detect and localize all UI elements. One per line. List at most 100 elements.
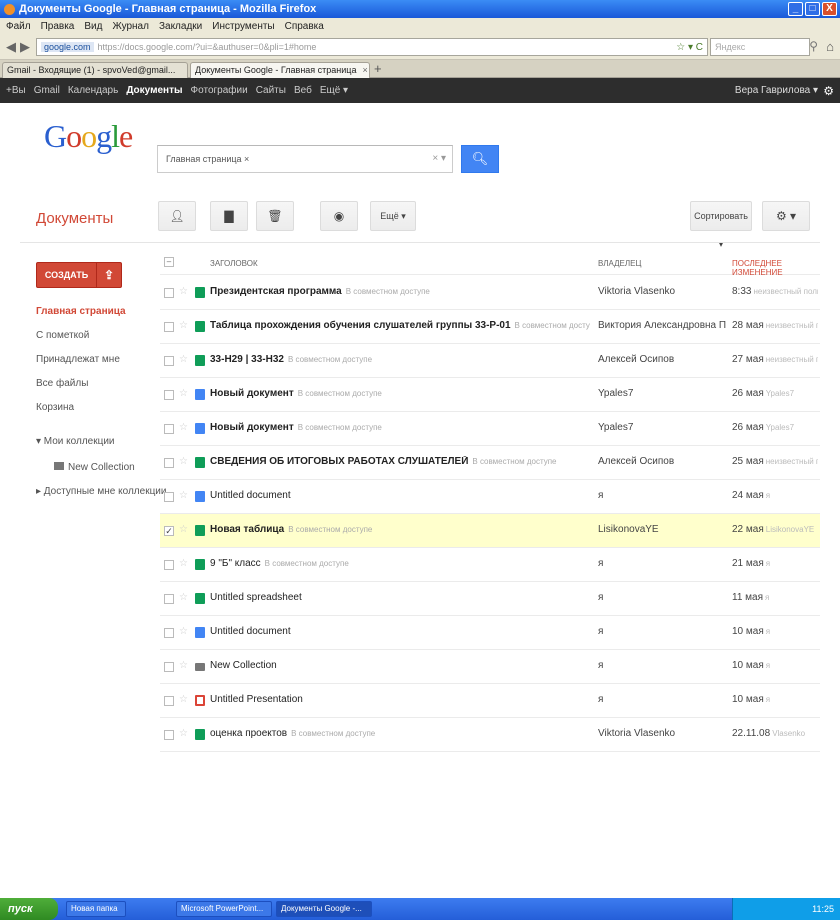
star-icon[interactable]: ☆ <box>179 558 188 569</box>
row-title[interactable]: Таблица прохождения обучения слушателей … <box>210 320 590 331</box>
search-button[interactable]: 🔍︎ <box>461 145 499 173</box>
star-icon[interactable]: ☆ <box>179 388 188 399</box>
table-row[interactable]: ☆ Новый документ В совместном доступе Ypale… <box>160 378 820 412</box>
header-title[interactable]: ЗАГОЛОВОК <box>210 259 258 268</box>
table-row[interactable]: ✓ ☆ Новая таблица В совместном доступе Lisik… <box>160 514 820 548</box>
row-title[interactable]: оценка проектов В совместном доступе <box>210 728 375 739</box>
page-title[interactable]: Документы <box>36 210 113 227</box>
bookmark-icon[interactable]: ⚲ <box>809 39 818 53</box>
row-checkbox[interactable] <box>164 594 174 604</box>
star-icon[interactable]: ☆ <box>179 456 188 467</box>
search-filter-chip[interactable]: Главная страница × <box>166 154 249 164</box>
row-checkbox[interactable] <box>164 492 174 502</box>
menu-bookmarks[interactable]: Закладки <box>159 21 202 32</box>
row-checkbox[interactable] <box>164 288 174 298</box>
star-icon[interactable]: ☆ <box>179 728 188 739</box>
move-to-folder-button[interactable]: ▇ <box>210 201 248 231</box>
row-checkbox[interactable] <box>164 356 174 366</box>
home-icon[interactable]: ⌂ <box>826 39 834 54</box>
table-row[interactable]: ☆ Untitled spreadsheet я 11 мая я <box>160 582 820 616</box>
menu-history[interactable]: Журнал <box>112 21 149 32</box>
sidebar-shared-collections[interactable]: ▸ Доступные мне коллекции <box>36 486 166 497</box>
star-icon[interactable]: ☆ <box>179 422 188 433</box>
tab-close-icon[interactable]: × <box>362 65 367 75</box>
gbar-web[interactable]: Веб <box>294 85 312 96</box>
star-icon[interactable]: ☆ <box>179 626 188 637</box>
table-row[interactable]: ☆ Untitled document я 24 мая я <box>160 480 820 514</box>
start-button[interactable]: пуск <box>0 898 58 920</box>
row-title[interactable]: Президентская программа В совместном дост… <box>210 286 430 297</box>
header-modified[interactable]: ПОСЛЕДНЕЕ ИЗМЕНЕНИЕ <box>732 259 820 277</box>
taskbar-item-firefox[interactable]: Документы Google -... <box>276 901 372 917</box>
google-logo[interactable]: Google <box>44 118 133 155</box>
row-checkbox[interactable] <box>164 730 174 740</box>
gbar-documents[interactable]: Документы <box>126 85 182 96</box>
menu-file[interactable]: Файл <box>6 21 31 32</box>
table-row[interactable]: ☆ Новый документ В совместном доступе Ypale… <box>160 412 820 446</box>
menu-edit[interactable]: Правка <box>41 21 75 32</box>
star-icon[interactable]: ☆ <box>179 660 188 671</box>
row-title[interactable]: Untitled spreadsheet <box>210 592 306 603</box>
row-checkbox[interactable] <box>164 458 174 468</box>
row-checkbox[interactable]: ✓ <box>164 526 174 536</box>
row-checkbox[interactable] <box>164 560 174 570</box>
table-row[interactable]: ☆ Untitled Presentation я 10 мая я <box>160 684 820 718</box>
header-owner[interactable]: ВЛАДЕЛЕЦ <box>598 259 641 268</box>
minimize-button[interactable]: _ <box>788 2 803 16</box>
browser-search-input[interactable]: Яндекс <box>710 38 810 56</box>
tab-docs[interactable]: Документы Google - Главная страница × <box>190 62 370 78</box>
menu-view[interactable]: Вид <box>84 21 102 32</box>
close-button[interactable]: X <box>822 2 837 16</box>
taskbar-item-powerpoint[interactable]: Microsoft PowerPoint... <box>176 901 272 917</box>
sidebar-my-collections[interactable]: ▾ Мои коллекции <box>36 436 115 447</box>
sidebar-item-owned[interactable]: Принадлежат мне <box>36 354 120 365</box>
sidebar-collection-item[interactable]: New Collection <box>54 462 135 473</box>
row-checkbox[interactable] <box>164 322 174 332</box>
sidebar-item-starred[interactable]: С пометкой <box>36 330 89 341</box>
gbar-gmail[interactable]: Gmail <box>34 85 60 96</box>
row-title[interactable]: Untitled document <box>210 626 295 637</box>
settings-button[interactable]: ⚙ ▾ <box>762 201 810 231</box>
star-icon[interactable]: ☆ <box>179 694 188 705</box>
create-button[interactable]: СОЗДАТЬ ⇪ <box>36 262 122 288</box>
table-row[interactable]: ☆ New Collection я 10 мая я <box>160 650 820 684</box>
row-checkbox[interactable] <box>164 696 174 706</box>
new-tab-icon[interactable]: + <box>374 61 382 76</box>
gbar-calendar[interactable]: Календарь <box>68 85 118 96</box>
more-button[interactable]: Ещё ▾ <box>370 201 416 231</box>
table-row[interactable]: ☆ Untitled document я 10 мая я <box>160 616 820 650</box>
row-title[interactable]: Untitled Presentation <box>210 694 307 705</box>
sidebar-item-trash[interactable]: Корзина <box>36 402 74 413</box>
taskbar-item-folder[interactable]: Новая папка <box>66 901 126 917</box>
row-checkbox[interactable] <box>164 424 174 434</box>
back-arrow-icon[interactable]: ◀ <box>6 39 16 55</box>
row-checkbox[interactable] <box>164 662 174 672</box>
star-icon[interactable]: ☆ <box>179 320 188 331</box>
row-title[interactable]: Новый документ В совместном доступе <box>210 388 382 399</box>
row-title[interactable]: New Collection <box>210 660 281 671</box>
table-row[interactable]: ☆ СВЕДЕНИЯ ОБ ИТОГОВЫХ РАБОТАХ СЛУШАТЕЛЕЙ… <box>160 446 820 480</box>
row-checkbox[interactable] <box>164 628 174 638</box>
gear-icon[interactable]: ⚙ <box>823 84 834 98</box>
table-row[interactable]: ☆ 9 "Б" класс В совместном доступе я 21 мая я <box>160 548 820 582</box>
reload-icon[interactable]: ☆ ▾ C <box>676 42 703 53</box>
star-icon[interactable]: ☆ <box>179 524 188 535</box>
gbar-plus-you[interactable]: +Вы <box>6 85 26 96</box>
row-title[interactable]: Untitled document <box>210 490 295 501</box>
delete-button[interactable]: 🗑︎ <box>256 201 294 231</box>
forward-arrow-icon[interactable]: ▶ <box>20 39 30 55</box>
upload-icon[interactable]: ⇪ <box>97 268 121 282</box>
row-title[interactable]: Новый документ В совместном доступе <box>210 422 382 433</box>
star-icon[interactable]: ☆ <box>179 490 188 501</box>
sort-button[interactable]: Сортировать ▾ <box>690 201 752 249</box>
table-row[interactable]: ☆ Таблица прохождения обучения слушателей… <box>160 310 820 344</box>
sidebar-item-home[interactable]: Главная страница <box>36 306 126 317</box>
user-account-menu[interactable]: Вера Гаврилова ▾ <box>735 85 818 96</box>
maximize-button[interactable]: □ <box>805 2 820 16</box>
table-row[interactable]: ☆ оценка проектов В совместном доступе Vikt… <box>160 718 820 752</box>
select-all-checkbox[interactable]: – <box>164 257 174 267</box>
row-title[interactable]: 9 "Б" класс В совместном доступе <box>210 558 349 569</box>
gbar-sites[interactable]: Сайты <box>256 85 286 96</box>
star-icon[interactable]: ☆ <box>179 592 188 603</box>
menu-tools[interactable]: Инструменты <box>212 21 274 32</box>
